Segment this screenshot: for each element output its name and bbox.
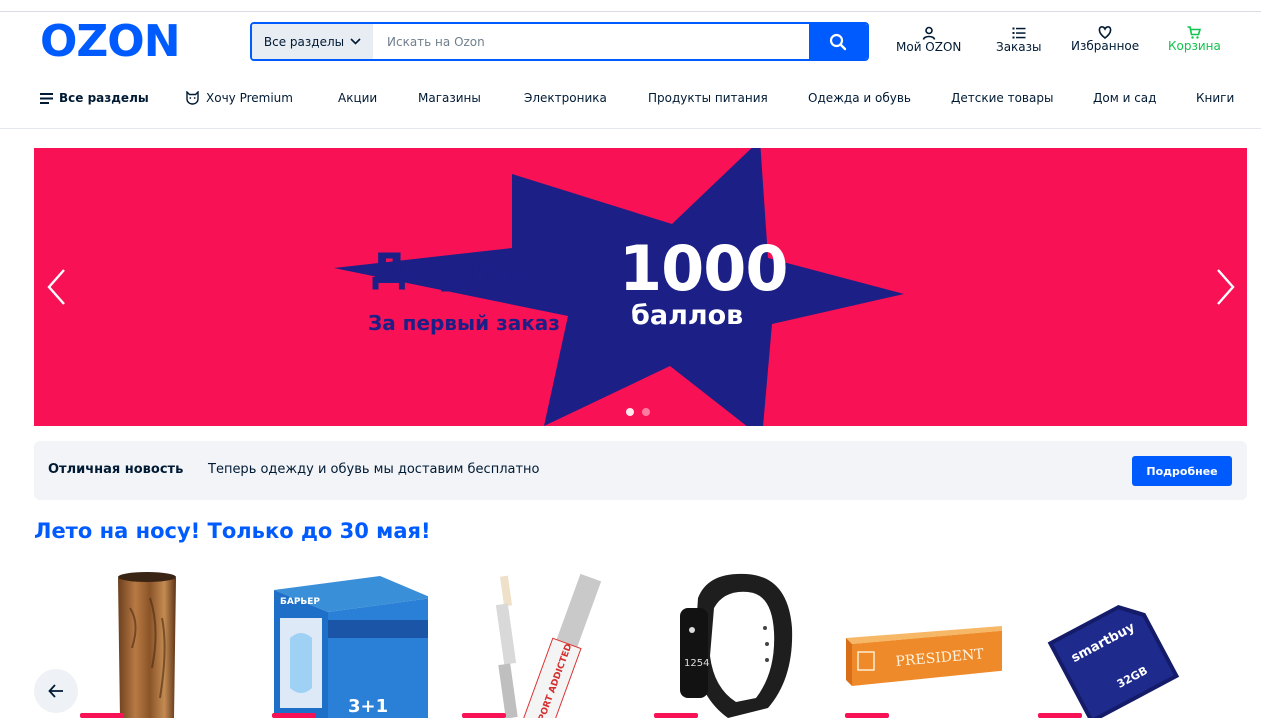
nav-item-label: Магазины bbox=[418, 91, 481, 105]
search-input[interactable] bbox=[373, 24, 809, 59]
nav-item-electronics[interactable]: Электроника bbox=[524, 91, 607, 105]
nav-item-premium[interactable]: Хочу Premium bbox=[185, 91, 293, 105]
product-card[interactable]: 1254 bbox=[668, 568, 828, 718]
favorites-label: Избранное bbox=[1071, 39, 1140, 53]
category-nav: Все разделы Хочу Premium Акции Магазины … bbox=[40, 91, 1234, 111]
nav-item-stores[interactable]: Магазины bbox=[418, 91, 481, 105]
nav-item-food[interactable]: Продукты питания bbox=[648, 91, 768, 105]
product-card[interactable]: smartbuy 32GB bbox=[1034, 568, 1194, 718]
chevron-left-icon[interactable] bbox=[44, 266, 68, 308]
orders-list-icon bbox=[1012, 27, 1026, 39]
cart-label: Корзина bbox=[1168, 39, 1221, 53]
favorites-link[interactable]: Избранное bbox=[1071, 26, 1139, 53]
section-title: Лето на носу! Только до 30 мая! bbox=[34, 519, 431, 543]
top-divider bbox=[0, 11, 1261, 12]
details-button[interactable]: Подробнее bbox=[1132, 456, 1232, 486]
orders-link[interactable]: Заказы bbox=[996, 26, 1042, 54]
wooden-knife-block-icon bbox=[118, 572, 176, 718]
search-button[interactable] bbox=[809, 24, 867, 59]
water-filter-box-icon: БАРЬЕР 3+1 bbox=[274, 576, 428, 718]
nav-item-label: Книги bbox=[1196, 91, 1235, 105]
user-icon bbox=[922, 26, 935, 40]
my-ozon-link[interactable]: Мой OZON bbox=[896, 26, 961, 54]
menu-icon bbox=[40, 92, 53, 104]
nav-item-promotions[interactable]: Акции bbox=[338, 91, 377, 105]
arrow-left-icon bbox=[48, 684, 63, 698]
nav-item-label: Детские товары bbox=[951, 91, 1054, 105]
nav-item-clothing[interactable]: Одежда и обувь bbox=[808, 91, 911, 105]
sd-card-icon: smartbuy 32GB bbox=[1047, 604, 1180, 718]
nav-divider bbox=[0, 128, 1261, 129]
search-icon bbox=[829, 33, 847, 50]
box-text: БАРЬЕР bbox=[280, 597, 320, 607]
nav-item-kids[interactable]: Детские товары bbox=[951, 91, 1053, 105]
search-category-label: Все разделы bbox=[263, 34, 345, 49]
heart-icon bbox=[1098, 26, 1112, 39]
discount-tag bbox=[272, 713, 316, 718]
badge-text: 3+1 bbox=[348, 696, 388, 717]
orders-label: Заказы bbox=[996, 40, 1042, 54]
nav-item-label: Одежда и обувь bbox=[808, 91, 912, 105]
product-card[interactable]: PRESIDENT bbox=[842, 568, 1002, 718]
discount-tag bbox=[1038, 713, 1082, 718]
nav-item-home[interactable]: Дом и сад bbox=[1093, 91, 1156, 105]
banner-number: 1000 bbox=[619, 232, 789, 305]
fitness-band-icon: 1254 bbox=[680, 573, 793, 718]
promo-banner[interactable]: Дарим За первый заказ 1000 баллов bbox=[34, 148, 1247, 426]
toothpaste-box-icon: PRESIDENT bbox=[846, 626, 1002, 686]
nav-all-label: Все разделы bbox=[59, 91, 149, 105]
my-ozon-label: Мой OZON bbox=[896, 40, 962, 54]
carousel-dots bbox=[626, 408, 650, 416]
nav-item-label: Электроника bbox=[524, 91, 607, 105]
info-title: Отличная новость bbox=[48, 462, 184, 477]
premium-cat-icon bbox=[186, 91, 199, 105]
nav-item-books[interactable]: Книги bbox=[1196, 91, 1234, 105]
search-category-select[interactable]: Все разделы bbox=[252, 24, 373, 59]
concealer-tube-icon: SPORT ADDICTED bbox=[495, 573, 602, 718]
banner-subtitle: За первый заказ bbox=[368, 311, 560, 335]
nav-item-label: Продукты питания bbox=[648, 91, 768, 105]
carousel-dot[interactable] bbox=[626, 408, 634, 416]
discount-tag bbox=[845, 713, 889, 718]
cart-link[interactable]: Корзина bbox=[1168, 26, 1221, 53]
nav-all-categories[interactable]: Все разделы bbox=[40, 91, 149, 105]
discount-tag bbox=[80, 713, 124, 718]
nav-item-label: Хочу Premium bbox=[206, 91, 293, 105]
product-card[interactable]: SPORT ADDICTED bbox=[462, 568, 622, 718]
chevron-down-icon bbox=[350, 38, 361, 45]
band-screen-text: 1254 bbox=[684, 658, 709, 669]
carousel-dot[interactable] bbox=[642, 408, 650, 416]
banner-title: Дарим bbox=[370, 244, 535, 293]
product-card[interactable] bbox=[90, 568, 250, 718]
nav-item-label: Акции bbox=[338, 91, 378, 105]
discount-tag bbox=[462, 713, 506, 718]
search-bar: Все разделы bbox=[250, 22, 869, 61]
banner-unit: баллов bbox=[631, 300, 744, 331]
info-text: Теперь одежду и обувь мы доставим беспла… bbox=[208, 462, 540, 477]
carousel-prev-button[interactable] bbox=[34, 669, 78, 713]
info-notice: Отличная новость Теперь одежду и обувь м… bbox=[34, 441, 1247, 500]
nav-item-label: Дом и сад bbox=[1093, 91, 1157, 105]
discount-tag bbox=[654, 713, 698, 718]
cart-icon bbox=[1187, 26, 1202, 39]
product-card[interactable]: БАРЬЕР 3+1 bbox=[268, 568, 428, 718]
ozon-logo[interactable]: OZON bbox=[40, 20, 181, 64]
chevron-right-icon[interactable] bbox=[1214, 266, 1238, 308]
